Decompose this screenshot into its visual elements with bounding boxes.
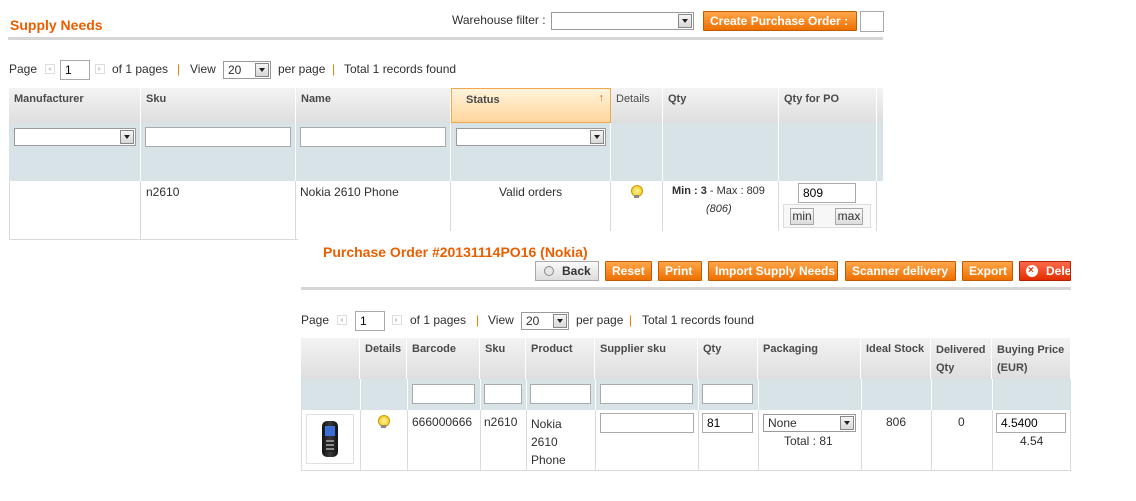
sku-filter[interactable] [484, 384, 522, 404]
barcode-filter[interactable] [412, 384, 475, 404]
col-manufacturer[interactable]: Manufacturer [9, 88, 141, 123]
chevron-down-icon [678, 14, 692, 28]
col-details: Details [611, 88, 663, 123]
sort-asc-icon: ↑ [598, 92, 605, 104]
col-qty-for-po[interactable]: Qty for PO [779, 88, 877, 123]
import-supply-needs-button[interactable]: Import Supply Needs [708, 261, 838, 281]
packaging-total: Total : 81 [784, 434, 833, 448]
row-sku: n2610 [146, 185, 180, 199]
col-sku[interactable]: Sku [480, 338, 526, 379]
product-image[interactable] [306, 414, 354, 464]
col-supplier-sku[interactable]: Supplier sku [595, 338, 698, 379]
min-max-buttons: min max [783, 204, 871, 228]
prev-page-icon[interactable] [337, 315, 347, 325]
po-pager: Page 1 of 1 pages | View 20 per page | T… [301, 311, 771, 331]
row-barcode: 666000666 [412, 415, 473, 429]
col-image [301, 338, 360, 379]
create-po-input[interactable] [860, 11, 884, 32]
col-status[interactable]: Status ↑ [451, 88, 611, 123]
qty-filter[interactable] [702, 384, 753, 404]
chevron-down-icon [255, 63, 269, 77]
divider [8, 37, 883, 40]
sku-filter[interactable] [145, 127, 291, 147]
reset-button[interactable]: Reset [605, 261, 652, 281]
back-button[interactable]: Back [535, 261, 599, 281]
divider [301, 287, 1071, 290]
lightbulb-icon[interactable] [631, 185, 643, 198]
separator: | [629, 313, 633, 327]
min-button[interactable]: min [790, 208, 814, 225]
page-title: Supply Needs [10, 17, 103, 33]
row-qty: Min : 3 - Max : 809 [672, 185, 765, 197]
table-row: 666000666 n2610 Nokia 2610 Phone 81 None T… [301, 410, 1071, 471]
row-buying-price: 4.54 [1020, 434, 1044, 448]
chevron-down-icon [120, 130, 134, 144]
export-button[interactable]: Export [962, 261, 1013, 281]
separator: | [476, 313, 480, 327]
row-sku: n2610 [484, 415, 518, 429]
view-select[interactable]: 20 [223, 61, 271, 79]
col-qty[interactable]: Qty [698, 338, 758, 379]
next-page-icon[interactable] [95, 64, 105, 74]
col-packaging[interactable]: Packaging [758, 338, 861, 379]
page-input[interactable]: 1 [355, 311, 385, 331]
max-button[interactable]: max [835, 208, 863, 225]
next-page-icon[interactable] [392, 315, 402, 325]
po-grid-header: Details Barcode Sku Product Supplier sku… [301, 338, 1071, 379]
supplier-sku-filter[interactable] [600, 384, 693, 404]
view-select[interactable]: 20 [521, 312, 569, 330]
qty-input[interactable]: 81 [702, 413, 753, 433]
warehouse-filter-label: Warehouse filter : [452, 13, 546, 27]
qty-for-po-input[interactable]: 809 [798, 183, 856, 203]
supply-grid-header: Manufacturer Sku Name Status ↑ Details Q… [9, 88, 883, 123]
product-filter[interactable] [530, 384, 591, 404]
row-status: Valid orders [499, 185, 563, 199]
po-title: Purchase Order #20131114PO16 (Nokia) [323, 244, 588, 260]
row-delivered: 0 [958, 415, 965, 429]
chevron-down-icon [553, 314, 567, 328]
manufacturer-filter[interactable] [14, 128, 136, 146]
warehouse-filter-select[interactable] [551, 12, 694, 30]
packaging-select[interactable]: None [763, 414, 856, 432]
supply-pager: Page 1 of 1 pages | View 20 per page | T… [9, 60, 479, 80]
col-sku[interactable]: Sku [141, 88, 296, 123]
back-icon [544, 266, 554, 276]
col-details: Details [360, 338, 407, 379]
scanner-delivery-button[interactable]: Scanner delivery [845, 261, 956, 281]
col-name[interactable]: Name [296, 88, 451, 123]
col-delivered-qty[interactable]: Delivered Qty [931, 338, 992, 379]
page-input[interactable]: 1 [60, 60, 90, 80]
buying-price-input[interactable]: 4.5400 [996, 413, 1066, 433]
separator: | [332, 62, 336, 76]
create-purchase-order-button[interactable]: Create Purchase Order : [703, 11, 857, 31]
row-ideal-stock: 806 [886, 415, 907, 429]
lightbulb-icon[interactable] [378, 415, 390, 428]
col-barcode[interactable]: Barcode [407, 338, 480, 379]
col-buying-price[interactable]: Buying Price (EUR) [992, 338, 1071, 379]
col-product[interactable]: Product [526, 338, 595, 379]
delete-icon: × [1026, 265, 1038, 277]
row-qty-needed: (806) [706, 203, 732, 215]
separator: | [177, 62, 181, 76]
row-name: Nokia 2610 Phone [300, 185, 399, 199]
row-product: Nokia 2610 Phone [531, 417, 566, 467]
status-filter[interactable] [456, 128, 606, 146]
supply-filter-row [9, 123, 883, 181]
name-filter[interactable] [300, 127, 446, 147]
col-ideal-stock[interactable]: Ideal Stock [861, 338, 931, 379]
chevron-down-icon [840, 416, 854, 430]
chevron-down-icon [590, 130, 604, 144]
print-button[interactable]: Print [658, 261, 702, 281]
phone-icon [322, 421, 338, 457]
col-qty[interactable]: Qty [663, 88, 779, 123]
supplier-sku-input[interactable] [600, 413, 694, 433]
prev-page-icon[interactable] [45, 64, 55, 74]
delete-button[interactable]: × Delete [1019, 261, 1071, 281]
po-filter-row [301, 379, 1071, 410]
